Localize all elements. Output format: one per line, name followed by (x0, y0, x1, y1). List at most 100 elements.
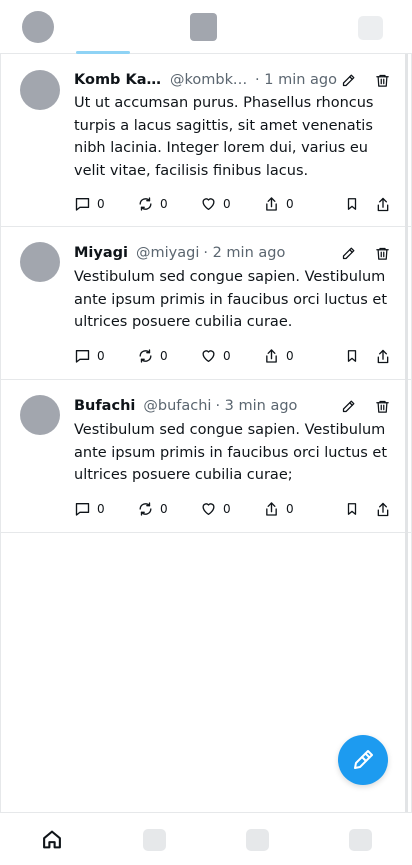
bookmark-icon (347, 350, 357, 362)
like-count: 0 (223, 197, 231, 211)
pencil-icon (342, 247, 354, 259)
post-avatar[interactable] (20, 70, 60, 110)
post-item[interactable]: Bufachi @bufachi · 3 min ago Vestibulum … (1, 380, 411, 533)
post-feed: Komb Kar... @kombka... · 1 min ago Ut ut… (0, 54, 412, 812)
reply-button[interactable]: 0 (74, 501, 137, 517)
nav-item-4[interactable] (309, 813, 412, 865)
repost-count: 0 (160, 349, 168, 363)
pencil-icon (342, 74, 354, 86)
share-count: 0 (286, 502, 294, 516)
heart-icon (202, 503, 215, 515)
share-button[interactable] (375, 501, 391, 518)
edit-post-button[interactable] (337, 395, 359, 417)
reply-icon (75, 198, 90, 211)
bookmark-button[interactable] (345, 501, 359, 517)
nav-placeholder-icon (143, 828, 166, 851)
share-count-button[interactable]: 0 (263, 196, 326, 212)
bookmark-icon (347, 503, 357, 515)
post-author-name[interactable]: Komb Kar... (74, 72, 162, 88)
edit-post-button[interactable] (337, 69, 359, 91)
like-count: 0 (223, 349, 231, 363)
upload-share-icon (266, 197, 277, 211)
app-logo-icon[interactable] (190, 13, 217, 41)
reply-icon (75, 503, 90, 516)
delete-post-button[interactable] (371, 69, 393, 91)
nav-home[interactable] (0, 813, 103, 865)
reply-button[interactable]: 0 (74, 196, 137, 212)
repost-count: 0 (160, 502, 168, 516)
post-author-handle[interactable]: @miyagi (136, 245, 199, 261)
post-author-handle[interactable]: @bufachi (143, 398, 211, 414)
profile-avatar[interactable] (22, 11, 54, 43)
post-text: Vestibulum sed congue sapien. Vestibulum… (74, 269, 388, 330)
post-item[interactable]: Komb Kar... @kombka... · 1 min ago Ut ut… (1, 54, 411, 227)
post-header: Miyagi @miyagi · 2 min ago (74, 241, 393, 265)
like-count: 0 (223, 502, 231, 516)
pencil-icon (342, 400, 354, 412)
trash-icon (375, 400, 389, 413)
bookmark-button[interactable] (345, 196, 359, 212)
like-button[interactable]: 0 (200, 501, 263, 517)
post-header: Komb Kar... @kombka... · 1 min ago (74, 68, 393, 92)
repost-icon (139, 502, 152, 516)
post-author-handle[interactable]: @kombka... (170, 72, 251, 88)
post-text: Ut ut accumsan purus. Phasellus rhoncus … (74, 95, 374, 179)
trash-icon (375, 74, 389, 87)
header-right-icon[interactable] (358, 16, 383, 40)
share-icon (377, 349, 389, 363)
compose-pencil-icon (354, 750, 373, 769)
compose-button[interactable] (338, 735, 388, 785)
repost-button[interactable]: 0 (137, 501, 200, 517)
post-avatar[interactable] (20, 242, 60, 282)
bookmark-icon (347, 198, 357, 210)
post-actions: 0 0 0 0 (74, 193, 391, 215)
feed-scrollbar[interactable] (405, 54, 408, 812)
share-count-button[interactable]: 0 (263, 501, 326, 517)
nav-item-2[interactable] (103, 813, 206, 865)
trash-icon (375, 247, 389, 260)
post-author-name[interactable]: Miyagi (74, 245, 128, 261)
repost-icon (139, 197, 152, 211)
home-icon (42, 830, 61, 849)
share-count-button[interactable]: 0 (263, 348, 326, 364)
heart-icon (202, 198, 215, 210)
nav-placeholder-icon (349, 828, 372, 851)
share-count: 0 (286, 197, 294, 211)
nav-placeholder-icon (246, 828, 269, 851)
post-author-name[interactable]: Bufachi (74, 398, 135, 414)
nav-item-3[interactable] (206, 813, 309, 865)
post-header: Bufachi @bufachi · 3 min ago (74, 394, 393, 418)
heart-icon (202, 350, 215, 362)
post-timestamp: · 3 min ago (215, 398, 298, 414)
reply-count: 0 (97, 349, 105, 363)
edit-post-button[interactable] (337, 242, 359, 264)
post-timestamp: · 2 min ago (203, 245, 286, 261)
delete-post-button[interactable] (371, 242, 393, 264)
reply-count: 0 (97, 197, 105, 211)
post-text: Vestibulum sed congue sapien. Vestibulum… (74, 422, 388, 483)
post-actions: 0 0 0 0 (74, 345, 391, 367)
upload-share-icon (266, 502, 277, 516)
share-icon (377, 502, 389, 516)
reply-icon (75, 350, 90, 363)
like-button[interactable]: 0 (200, 348, 263, 364)
share-button[interactable] (375, 196, 391, 213)
bookmark-button[interactable] (345, 348, 359, 364)
upload-share-icon (266, 349, 277, 363)
reply-button[interactable]: 0 (74, 348, 137, 364)
like-button[interactable]: 0 (200, 196, 263, 212)
bottom-navigation (0, 812, 412, 865)
repost-count: 0 (160, 197, 168, 211)
reply-count: 0 (97, 502, 105, 516)
repost-button[interactable]: 0 (137, 196, 200, 212)
top-app-bar (0, 0, 412, 54)
post-timestamp: · 1 min ago (255, 72, 337, 88)
repost-button[interactable]: 0 (137, 348, 200, 364)
share-button[interactable] (375, 348, 391, 365)
repost-icon (139, 349, 152, 363)
share-icon (377, 197, 389, 211)
post-item[interactable]: Miyagi @miyagi · 2 min ago Vestibulum se… (1, 227, 411, 380)
post-actions: 0 0 0 0 (74, 498, 391, 520)
delete-post-button[interactable] (371, 395, 393, 417)
post-avatar[interactable] (20, 395, 60, 435)
